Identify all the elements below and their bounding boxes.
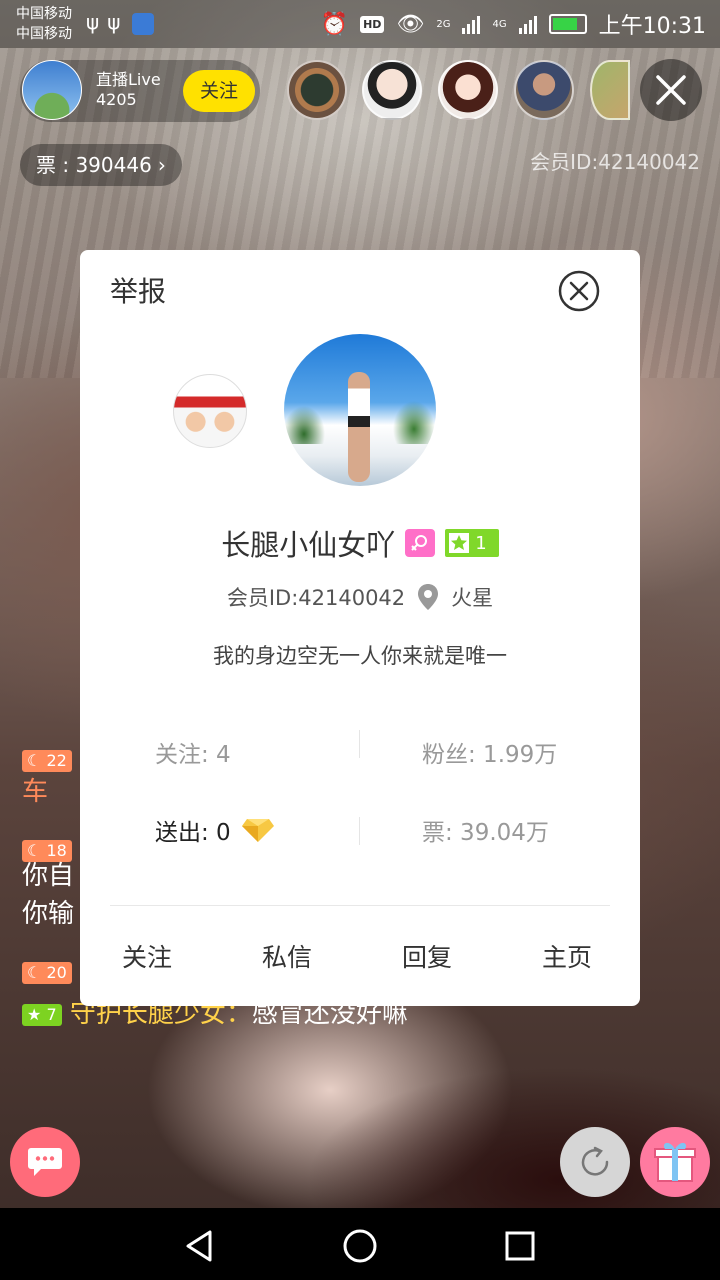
chat-message-text: 你自 xyxy=(22,861,75,891)
usb-icon: ψ xyxy=(86,10,108,34)
female-icon xyxy=(405,529,436,557)
stat-divider xyxy=(359,730,360,758)
chat-message: ☾ 22 xyxy=(22,742,72,778)
level-badge: ☾ 20 xyxy=(22,961,72,984)
clock: 上午10:31 xyxy=(598,14,706,39)
fans-count[interactable]: 粉丝: 1.99万 xyxy=(422,735,557,769)
home-icon[interactable] xyxy=(340,1226,380,1266)
anchor-member-id: 会员ID:42140042 xyxy=(530,150,700,174)
viewer-avatar[interactable] xyxy=(590,60,630,120)
ticket-label: 票 : 390446 xyxy=(36,153,152,177)
signal-icon xyxy=(462,14,481,34)
ticket-count[interactable]: 票 : 390446 › xyxy=(20,144,182,186)
eye-icon: 👁 xyxy=(396,11,425,37)
carrier-info: 中国移动 中国移动 xyxy=(16,4,72,44)
user-avatar[interactable] xyxy=(284,334,436,486)
user-signature: 我的身边空无一人你来就是唯一 xyxy=(213,644,507,668)
user-location: 火星 xyxy=(451,586,494,610)
location-pin-icon xyxy=(418,584,439,610)
homepage-button[interactable]: 主页 xyxy=(542,938,592,974)
reply-button[interactable]: 回复 xyxy=(402,938,452,974)
usb-icon-2: ψ xyxy=(107,10,129,34)
nickname-row: 长腿小仙女吖 1 xyxy=(80,522,640,564)
recent-apps-icon[interactable] xyxy=(500,1226,540,1266)
status-bar: 中国移动 中国移动 ψψ ⏰ HD 👁 2G 4G 上午10:31 xyxy=(0,0,720,48)
close-live-button[interactable] xyxy=(640,59,702,121)
gift-icon xyxy=(654,1142,696,1182)
carrier-2: 中国移动 xyxy=(16,26,72,42)
viewer-avatar[interactable] xyxy=(362,60,422,120)
hotspot-icon xyxy=(132,12,155,35)
chat-input-button[interactable] xyxy=(10,1127,80,1197)
chat-message: ☾ 20 xyxy=(22,954,72,990)
share-icon xyxy=(581,1146,609,1176)
report-link[interactable]: 举报 xyxy=(110,270,166,310)
net-4g-label: 4G xyxy=(492,18,507,30)
user-level-badge: 1 xyxy=(445,529,499,557)
carrier-1: 中国移动 xyxy=(16,6,72,22)
follow-anchor-button[interactable]: 关注 xyxy=(183,70,255,112)
system-navigation-bar xyxy=(0,1208,720,1280)
viewer-avatar[interactable] xyxy=(514,60,574,120)
diamond-icon xyxy=(241,819,274,842)
private-message-button[interactable]: 私信 xyxy=(262,938,312,974)
guardian-avatar[interactable] xyxy=(173,374,247,448)
anchor-title: 直播Live xyxy=(96,70,161,89)
level-badge: ★ 7 xyxy=(22,1003,62,1026)
tickets-count: 票: 39.04万 xyxy=(422,820,549,846)
net-2g-label: 2G xyxy=(436,18,451,30)
chat-message: 车 xyxy=(22,777,49,807)
avatar-person xyxy=(348,372,370,482)
status-right: ⏰ HD 👁 2G 4G 上午10:31 xyxy=(321,8,706,40)
gift-button[interactable] xyxy=(640,1127,710,1197)
battery-icon xyxy=(548,14,587,34)
star-icon xyxy=(449,533,470,553)
viewer-avatar[interactable] xyxy=(287,60,347,120)
back-icon[interactable] xyxy=(180,1226,220,1266)
chat-message-text: 你输 xyxy=(22,899,75,929)
sent-count: 送出: 0 xyxy=(155,813,275,847)
user-level: 1 xyxy=(475,532,487,554)
dialog-close-button[interactable] xyxy=(557,269,601,313)
chevron-right-icon: › xyxy=(157,153,166,177)
anchor-avatar[interactable] xyxy=(22,60,82,120)
hd-icon: HD xyxy=(360,15,385,33)
chat-bubble-icon xyxy=(28,1148,62,1176)
anchor-number: 4205 xyxy=(96,90,137,109)
user-profile-dialog: 举报 长腿小仙女吖 1 会员ID:42140042 火星 我的身边空无一人你来就… xyxy=(80,250,640,1006)
anchor-name: 直播Live 4205 xyxy=(96,70,161,110)
close-icon xyxy=(656,75,686,105)
alarm-icon: ⏰ xyxy=(320,11,349,37)
user-member-id: 会员ID:42140042 xyxy=(226,586,406,610)
level-badge: ☾ 22 xyxy=(22,749,72,772)
user-nickname: 长腿小仙女吖 xyxy=(221,528,396,562)
viewer-avatar[interactable] xyxy=(438,60,498,120)
follow-button[interactable]: 关注 xyxy=(122,938,172,974)
share-button[interactable] xyxy=(560,1127,630,1197)
action-divider xyxy=(110,905,610,906)
stat-divider xyxy=(359,817,360,845)
id-location-row: 会员ID:42140042 火星 xyxy=(80,582,640,612)
notification-icons: ψψ xyxy=(86,10,155,35)
following-count[interactable]: 关注: 4 xyxy=(155,735,231,769)
close-circle-icon xyxy=(558,270,600,312)
signal-icon-2 xyxy=(518,14,537,34)
